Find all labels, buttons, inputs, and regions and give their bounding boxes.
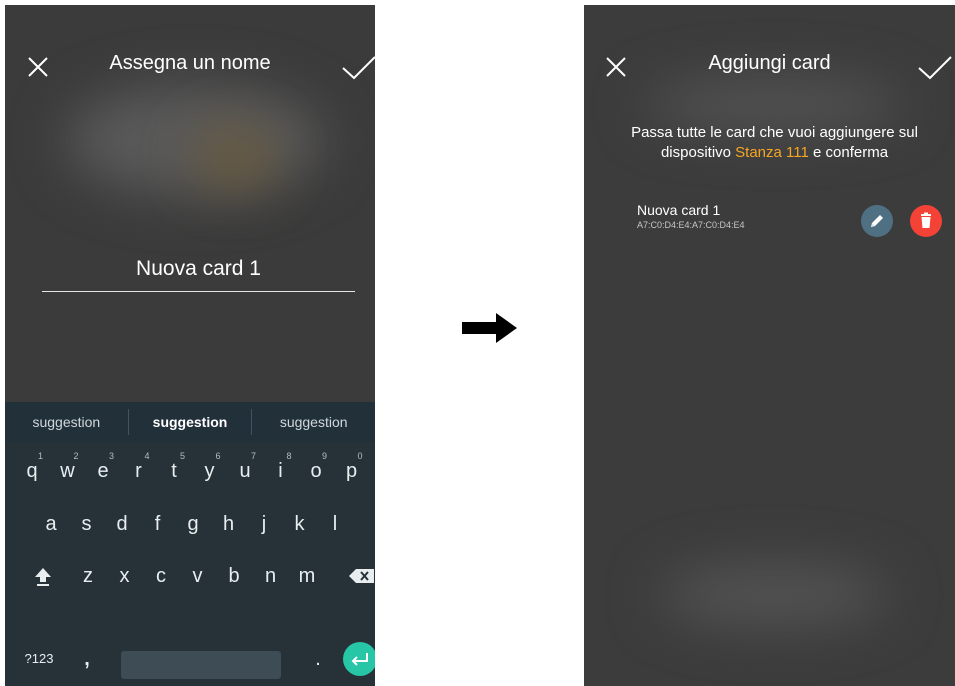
background-blur <box>65 85 325 195</box>
suggestion-middle[interactable]: suggestion <box>129 414 252 430</box>
key-d[interactable]: d <box>107 504 137 544</box>
keyboard-row-2: asdfghjkl <box>5 504 375 544</box>
screen-title: Assegna un nome <box>109 52 271 74</box>
key-m[interactable]: m <box>292 556 322 596</box>
key-letter: o <box>310 460 322 482</box>
key-v[interactable]: v <box>183 556 213 596</box>
key-number-hint: 6 <box>215 451 221 461</box>
instruction-line-2: dispositivo Stanza 111 e conferma <box>604 143 945 163</box>
keyboard-row-3: zxcvbnm <box>5 556 375 596</box>
key-w[interactable]: w2 <box>53 451 83 491</box>
key-k[interactable]: k <box>285 504 315 544</box>
key-number-hint: 1 <box>37 451 43 461</box>
screen-title: Aggiungi card <box>708 52 831 74</box>
backspace-icon <box>349 569 374 583</box>
key-letter: i <box>278 460 283 482</box>
key-l[interactable]: l <box>320 504 350 544</box>
background-glow <box>195 130 275 185</box>
key-p[interactable]: p0 <box>337 451 367 491</box>
key-g[interactable]: g <box>178 504 208 544</box>
comma-key[interactable]: , <box>72 639 102 679</box>
enter-key[interactable] <box>343 642 375 676</box>
period-key[interactable]: . <box>303 639 333 679</box>
check-icon <box>342 56 375 80</box>
key-a[interactable]: a <box>36 504 66 544</box>
key-letter: q <box>26 460 38 482</box>
confirm-button[interactable] <box>339 49 375 85</box>
keyboard-row-1: q1w2e3r4t5y6u7i8o9p0 <box>5 451 375 491</box>
key-q[interactable]: q1 <box>17 451 47 491</box>
key-o[interactable]: o9 <box>301 451 331 491</box>
key-e[interactable]: e3 <box>88 451 118 491</box>
key-number-hint: 0 <box>357 451 363 461</box>
card-mac-address: A7:C0:D4:E4:A7:C0:D4:E4 <box>637 220 745 230</box>
key-number-hint: 4 <box>144 451 150 461</box>
key-letter: w <box>60 460 75 482</box>
key-number-hint: 2 <box>73 451 79 461</box>
soft-keyboard: q1w2e3r4t5y6u7i8o9p0 asdfghjkl zxcvbnm ?… <box>5 442 375 686</box>
shift-icon <box>35 568 51 586</box>
key-number-hint: 5 <box>179 451 185 461</box>
arrow-right-icon <box>462 313 517 343</box>
space-key[interactable] <box>121 651 281 679</box>
key-r[interactable]: r4 <box>124 451 154 491</box>
edit-card-button[interactable] <box>861 205 893 237</box>
key-number-hint: 9 <box>321 451 327 461</box>
instruction-prefix: dispositivo <box>660 144 736 161</box>
key-letter: y <box>204 460 215 482</box>
key-t[interactable]: t5 <box>159 451 189 491</box>
symbols-key[interactable]: ?123 <box>21 639 57 679</box>
key-number-hint: 7 <box>250 451 256 461</box>
delete-card-button[interactable] <box>910 205 942 237</box>
enter-icon <box>351 653 368 666</box>
instruction-line-1: Passa tutte le card che vuoi aggiungere … <box>631 124 918 141</box>
key-letter: p <box>345 460 358 482</box>
backspace-key[interactable] <box>347 556 375 596</box>
trash-icon <box>921 212 931 228</box>
card-name-input[interactable]: Nuova card 1 <box>42 257 355 292</box>
key-s[interactable]: s <box>72 504 102 544</box>
key-number-hint: 8 <box>286 451 292 461</box>
assign-name-screen: Assegna un nome Nuova card 1 suggestion … <box>5 5 375 686</box>
key-letter: u <box>239 460 251 482</box>
key-x[interactable]: x <box>110 556 140 596</box>
suggestion-right[interactable]: suggestion <box>252 414 375 430</box>
key-n[interactable]: n <box>256 556 286 596</box>
keyboard-row-4: ?123 , . <box>5 639 375 679</box>
key-b[interactable]: b <box>219 556 249 596</box>
key-c[interactable]: c <box>146 556 176 596</box>
suggestion-bar: suggestion suggestion suggestion <box>5 402 375 442</box>
key-letter: t <box>171 460 177 482</box>
key-letter: e <box>97 460 109 482</box>
check-icon <box>918 56 952 80</box>
pencil-icon <box>871 215 883 227</box>
key-number-hint: 3 <box>108 451 114 461</box>
key-y[interactable]: y6 <box>195 451 225 491</box>
device-name: Stanza 111 <box>735 144 809 161</box>
add-card-screen: Aggiungi card Passa tutte le card che vu… <box>584 5 955 686</box>
key-i[interactable]: i8 <box>266 451 296 491</box>
key-h[interactable]: h <box>214 504 244 544</box>
key-f[interactable]: f <box>143 504 173 544</box>
instruction-suffix: e conferma <box>808 144 889 161</box>
card-list-item: Nuova card 1 A7:C0:D4:E4:A7:C0:D4:E4 <box>637 200 955 240</box>
key-u[interactable]: u7 <box>230 451 260 491</box>
background-blur <box>659 565 889 625</box>
key-z[interactable]: z <box>73 556 103 596</box>
shift-key[interactable] <box>28 556 58 596</box>
key-j[interactable]: j <box>249 504 279 544</box>
suggestion-left[interactable]: suggestion <box>5 414 128 430</box>
confirm-button[interactable] <box>915 49 955 85</box>
card-name: Nuova card 1 <box>637 202 721 218</box>
instruction-text: Passa tutte le card che vuoi aggiungere … <box>604 123 945 163</box>
key-letter: r <box>135 460 142 482</box>
